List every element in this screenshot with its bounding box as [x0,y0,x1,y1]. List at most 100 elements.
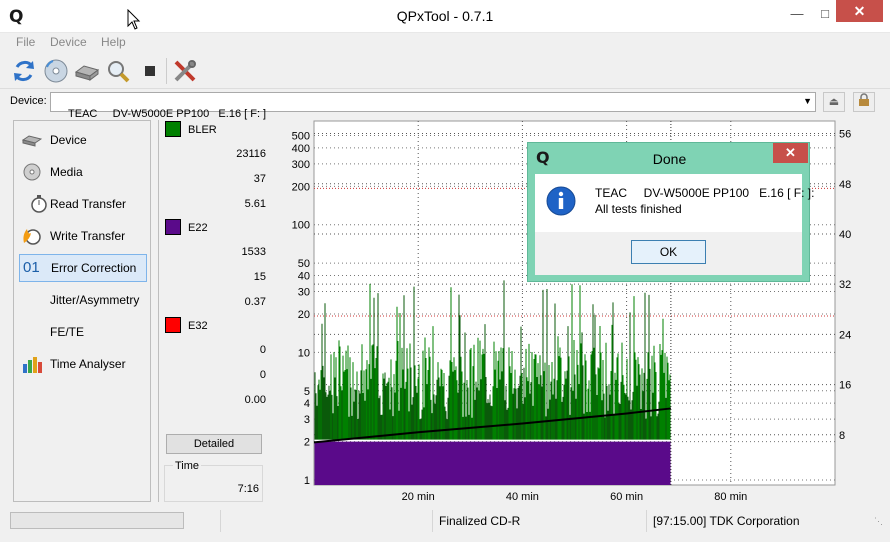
nav-time-analyser[interactable]: Time Analyser [19,350,147,378]
y-left-tick-label: 40 [298,271,310,283]
menu-help[interactable]: Help [101,35,126,49]
ok-button[interactable]: OK [631,240,706,264]
y-right-tick-label: 16 [839,380,851,392]
burn-icon [23,229,41,245]
bler-color-swatch [165,121,181,137]
nav-label: Read Transfer [50,197,127,211]
e22-avg: 0.37 [244,296,266,308]
y-left-tick-label: 1 [304,475,310,487]
info-icon [546,186,576,216]
lock-button[interactable] [853,92,875,112]
device-row: Device: TEAC DV-W5000E PP100 E.16 [ F: ]… [0,91,890,120]
menu-bar: File Device Help [0,33,890,53]
bler-total: 23116 [236,148,266,160]
settings-tools-icon[interactable] [172,58,198,84]
e22-max: 15 [253,271,266,283]
nav-write-transfer[interactable]: Write Transfer [19,222,147,250]
y-left-tick-label: 20 [298,309,310,321]
nav-read-transfer[interactable]: Read Transfer [19,190,147,218]
y-left-tick-label: 5 [304,386,310,398]
y-left-tick-label: 10 [298,347,310,359]
drive-icon [22,135,42,147]
y-right-tick-label: 24 [839,329,851,341]
e22-label: E22 [188,222,208,234]
mouse-cursor-icon [127,9,141,30]
nav-label: Time Analyser [50,357,126,371]
nav-label: Device [50,133,87,147]
y-right-tick-label: 40 [839,229,851,241]
bar-chart-icon [23,357,42,373]
status-bar: Finalized CD-R [97:15.00] TDK Corporatio… [0,510,890,542]
nav-label: Media [50,165,83,179]
status-progress-bar [10,512,184,529]
y-left-tick-label: 30 [298,286,310,298]
y-right-tick-label: 48 [839,179,851,191]
drive-icon[interactable] [74,58,100,84]
scan-magnifier-icon[interactable] [105,58,131,84]
e32-avg: 0.00 [244,394,266,406]
device-select[interactable]: TEAC DV-W5000E PP100 E.16 [ F: ] ▼ [50,92,816,120]
y-right-tick-label: 8 [839,430,845,442]
dialog-footer: OK [535,232,802,275]
y-left-tick-label: 500 [292,131,310,143]
nav-fe-te[interactable]: FE/TE [19,318,147,346]
eject-button[interactable]: ⏏ [823,92,845,112]
resize-grip-icon[interactable]: ⋱ [874,516,883,527]
e32-label: E32 [188,320,208,332]
nav-label: FE/TE [50,325,85,339]
nav-error-correction[interactable]: 01 Error Correction [19,254,147,282]
nav-label: Write Transfer [50,229,126,243]
lock-icon [859,93,869,106]
close-window-button[interactable]: ✕ [836,0,883,22]
status-separator [646,510,647,532]
e32-max: 0 [259,369,266,381]
done-dialog: Q Done ✕ TEAC DV-W5000E PP100 E.16 [ F: … [527,142,814,282]
y-left-tick-label: 2 [304,437,310,449]
y-left-tick-label: 100 [292,220,310,232]
y-left-tick-label: 300 [292,159,310,171]
dialog-message-device: TEAC DV-W5000E PP100 E.16 [ F: ]: [595,186,815,200]
nav-label: Jitter/Asymmetry [50,293,140,307]
x-tick-label: 60 min [610,491,643,503]
nav-media[interactable]: Media [19,158,147,186]
disc-icon [23,163,41,181]
media-status: Finalized CD-R [439,514,521,528]
y-left-tick-label: 400 [292,143,310,155]
stopwatch-icon [31,195,47,213]
dialog-title: Done [652,151,687,167]
chevron-down-icon: ▼ [803,96,812,106]
disc-info-icon[interactable] [43,58,69,84]
nav-label: Error Correction [51,261,137,275]
stop-icon[interactable] [138,58,164,84]
time-label: Time [173,460,202,472]
media-manufacturer: [97:15.00] TDK Corporation [653,514,800,528]
refresh-icon[interactable] [11,58,37,84]
nav-jitter-asymmetry[interactable]: Jitter/Asymmetry [19,286,147,314]
y-left-tick-label: 50 [298,258,310,270]
e22-color-swatch [165,219,181,235]
x-tick-label: 40 min [506,491,539,503]
y-right-tick-label: 56 [839,129,851,141]
e32-total: 0 [259,344,266,356]
detailed-button[interactable]: Detailed [166,434,262,454]
status-separator [432,510,433,532]
dialog-body: TEAC DV-W5000E PP100 E.16 [ F: ]: All te… [535,174,814,275]
x-tick-label: 80 min [714,491,747,503]
binary-icon: 01 [23,259,40,276]
minimize-icon[interactable]: — [782,4,812,24]
dialog-message: All tests finished [595,202,682,216]
dialog-close-button[interactable]: ✕ [773,143,808,163]
x-tick-label: 20 min [402,491,435,503]
bler-max: 37 [253,173,266,185]
menu-file[interactable]: File [16,35,35,49]
device-select-value: TEAC DV-W5000E PP100 E.16 [ F: ] [68,108,267,120]
menu-device[interactable]: Device [50,35,87,49]
status-separator [220,510,221,532]
nav-device[interactable]: Device [19,126,147,154]
device-label: Device: [10,95,47,107]
e32-color-swatch [165,317,181,333]
y-left-tick-label: 200 [292,181,310,193]
test-navigation: Device Media Read Transfer Write Transfe… [13,120,151,502]
bler-label: BLER [188,124,217,136]
bler-avg: 5.61 [244,198,266,210]
